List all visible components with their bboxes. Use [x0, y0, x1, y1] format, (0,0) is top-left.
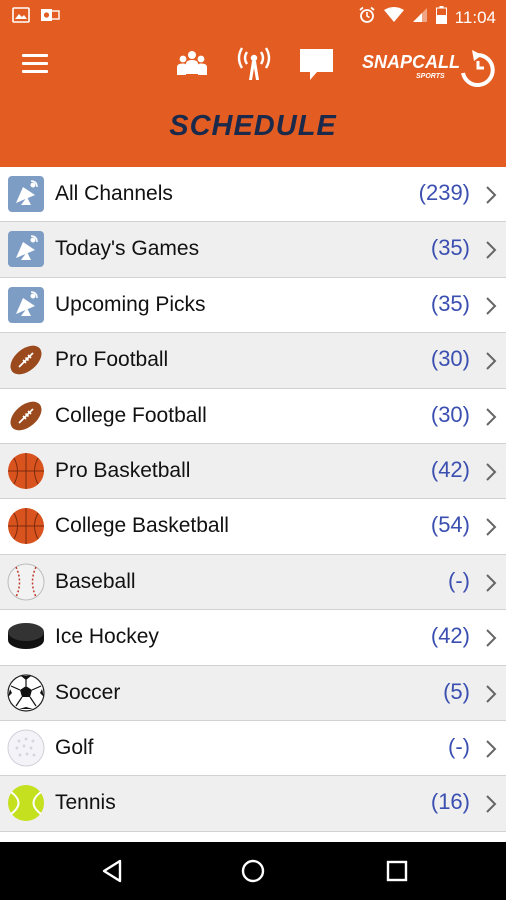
soccer-ball-icon [7, 673, 45, 712]
list-item-count: (42) [430, 623, 470, 649]
status-bar: 11:04 [0, 0, 506, 32]
list-item-label: College Football [55, 403, 207, 427]
baseball-icon [7, 563, 45, 601]
list-item-college-basketball[interactable]: College Basketball (54) [0, 499, 506, 555]
list-item-count: (30) [430, 401, 470, 427]
list-item-count: (-) [448, 733, 470, 759]
chevron-right-icon [484, 351, 498, 371]
list-item-count: (35) [430, 290, 470, 316]
chevron-right-icon [484, 794, 498, 814]
list-item-count: (54) [430, 512, 470, 538]
list-item-label: Golf [55, 735, 94, 759]
basketball-icon [7, 507, 45, 545]
list-item-all-channels[interactable]: All Channels (239) [0, 167, 506, 223]
group-icon[interactable] [172, 44, 212, 84]
list-item-baseball[interactable]: Baseball (-) [0, 554, 506, 611]
channel-icon [7, 175, 45, 213]
list-item-label: College Basketball [55, 514, 229, 538]
alarm-icon [358, 6, 376, 29]
chevron-right-icon [484, 296, 498, 316]
list-item-college-football[interactable]: College Football (30) [0, 388, 506, 444]
chevron-right-icon [484, 739, 498, 759]
chevron-right-icon [484, 462, 498, 482]
hockey-puck-icon [7, 618, 45, 656]
list-item-count: (35) [430, 235, 470, 261]
list-item-pro-basketball[interactable]: Pro Basketball (42) [0, 443, 506, 500]
broadcast-icon[interactable] [234, 44, 274, 84]
chevron-right-icon [484, 628, 498, 648]
list-item-soccer[interactable]: Soccer (5) [0, 665, 506, 721]
list-item-count: (239) [418, 180, 470, 205]
chevron-right-icon [484, 573, 498, 593]
list-item-count: (30) [430, 346, 470, 372]
home-icon[interactable] [238, 856, 268, 886]
list-item-label: Tennis [55, 791, 116, 815]
list-item-label: Pro Football [55, 348, 169, 372]
list-item-label: Soccer [55, 680, 121, 704]
channel-icon [7, 230, 45, 268]
chevron-right-icon [484, 407, 498, 427]
list-item-tennis[interactable]: Tennis (16) [0, 776, 506, 832]
status-time: 11:04 [454, 7, 496, 27]
chevron-right-icon [484, 240, 498, 260]
battery-icon [435, 6, 447, 29]
recents-icon[interactable] [382, 856, 412, 886]
logo-text: SNAPCALL [362, 52, 460, 72]
football-icon [7, 341, 45, 379]
chevron-right-icon [484, 517, 498, 537]
chevron-right-icon [484, 185, 498, 205]
chevron-right-icon [484, 684, 498, 704]
list-item-count: (42) [430, 456, 470, 482]
football-icon [7, 397, 45, 435]
snapcall-logo: SNAPCALL SPORTS [360, 46, 495, 87]
list-item-count: (16) [430, 789, 470, 815]
list-item-label: Pro Basketball [55, 458, 191, 482]
chat-icon[interactable] [297, 44, 337, 84]
back-icon[interactable] [98, 856, 128, 886]
list-item-upcoming-picks[interactable]: Upcoming Picks (35) [0, 277, 506, 334]
list-item-label: Upcoming Picks [55, 292, 206, 316]
list-item-pro-football[interactable]: Pro Football (30) [0, 333, 506, 389]
app-bar: SNAPCALL SPORTS SCHEDULE [0, 32, 506, 167]
channel-icon [7, 286, 45, 324]
wifi-icon [383, 7, 404, 28]
list-item-label: Ice Hockey [55, 625, 159, 649]
navigation-bar [0, 842, 506, 900]
page-title: SCHEDULE [169, 110, 337, 142]
basketball-icon [7, 452, 45, 490]
list-item-label: All Channels [55, 182, 173, 205]
list-item-label: Baseball [55, 569, 136, 593]
list-item-todays-games[interactable]: Today's Games (35) [0, 222, 506, 278]
list-item-count: (5) [443, 678, 470, 704]
golf-ball-icon [7, 729, 45, 767]
outlook-notification-icon [40, 7, 60, 28]
category-list: All Channels (239) Today's Games (35) Up… [0, 167, 506, 832]
tennis-ball-icon [7, 784, 45, 822]
image-notification-icon [12, 7, 30, 28]
list-item-label: Today's Games [55, 237, 200, 261]
cellular-signal-icon [412, 7, 428, 28]
menu-icon[interactable] [22, 54, 48, 76]
list-item-golf[interactable]: Golf (-) [0, 720, 506, 777]
list-item-count: (-) [448, 567, 470, 593]
list-item-ice-hockey[interactable]: Ice Hockey (42) [0, 610, 506, 666]
logo-subtext: SPORTS [416, 73, 445, 80]
